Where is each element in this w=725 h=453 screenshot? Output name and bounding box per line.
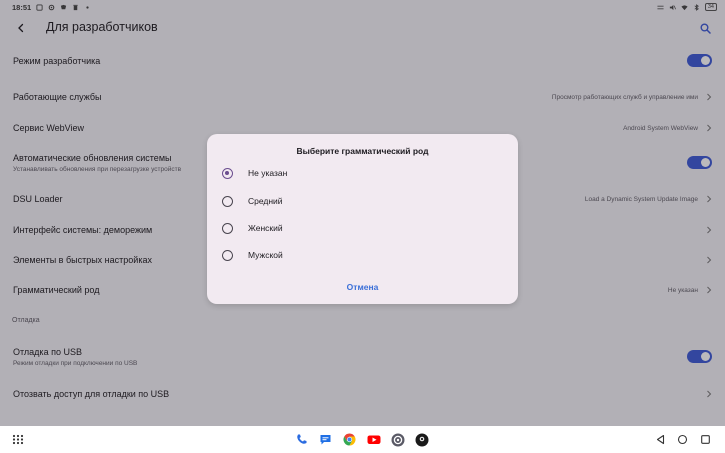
- dialog-title: Выберите грамматический род: [296, 146, 429, 156]
- settings-app-icon[interactable]: [390, 432, 405, 447]
- option-masculine[interactable]: Мужской: [220, 245, 505, 267]
- app-dock: [294, 432, 429, 447]
- option-not-specified[interactable]: Не указан: [220, 163, 505, 185]
- nav-recents-icon[interactable]: [700, 434, 711, 445]
- option-feminine[interactable]: Женский: [220, 218, 505, 240]
- nav-home-icon[interactable]: [677, 434, 688, 445]
- option-label: Средний: [248, 196, 283, 206]
- radio-unselected-icon[interactable]: [222, 250, 233, 261]
- gender-dialog: Выберите грамматический род Не указан Ср…: [207, 134, 518, 304]
- option-neuter[interactable]: Средний: [220, 191, 505, 213]
- radio-selected-icon[interactable]: [222, 168, 233, 179]
- app-drawer-icon[interactable]: [12, 434, 24, 445]
- messages-icon[interactable]: [318, 432, 333, 447]
- bottom-navigation-bar: [0, 426, 725, 453]
- nav-back-icon[interactable]: [655, 434, 666, 445]
- chrome-icon[interactable]: [342, 432, 357, 447]
- option-label: Не указан: [248, 168, 288, 178]
- radio-unselected-icon[interactable]: [222, 196, 233, 207]
- cancel-button[interactable]: Отмена: [207, 282, 518, 292]
- youtube-icon[interactable]: [366, 432, 381, 447]
- option-label: Женский: [248, 223, 283, 233]
- radio-unselected-icon[interactable]: [222, 223, 233, 234]
- phone-icon[interactable]: [294, 432, 309, 447]
- option-label: Мужской: [248, 250, 283, 260]
- camera-icon[interactable]: [414, 432, 429, 447]
